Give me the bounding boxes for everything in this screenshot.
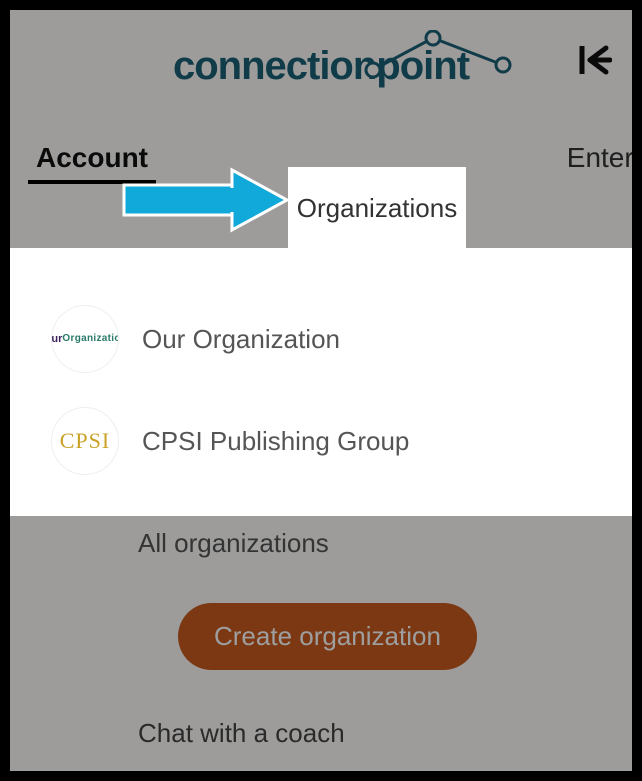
create-organization-button[interactable]: Create organization: [178, 603, 477, 670]
organization-item[interactable]: Our Organization Our Organization: [52, 288, 590, 390]
brand-part1: connection: [173, 44, 376, 88]
organization-avatar: CPSI: [52, 408, 118, 474]
collapse-sidebar-button[interactable]: [578, 43, 612, 77]
dropdown-caret-icon: [366, 234, 398, 250]
below-section: All organizations Create organization Ch…: [10, 492, 632, 749]
all-organizations-label[interactable]: All organizations: [138, 528, 590, 559]
brand-logo: connectionpoint: [173, 44, 469, 89]
annotation-arrow-icon: [122, 165, 292, 235]
tab-organizations-label: Organizations: [297, 193, 457, 224]
collapse-icon: [578, 43, 612, 77]
organization-name: Our Organization: [142, 324, 340, 355]
organization-avatar: Our Organization: [52, 306, 118, 372]
logo-graph-icon: [363, 30, 523, 80]
organization-name: CPSI Publishing Group: [142, 426, 409, 457]
app-header: connectionpoint: [10, 10, 632, 110]
organization-item[interactable]: CPSI CPSI Publishing Group: [52, 390, 590, 492]
organizations-dropdown: Our Organization Our Organization CPSI C…: [10, 248, 632, 516]
chat-with-coach-link[interactable]: Chat with a coach: [138, 718, 590, 749]
tab-enterprise[interactable]: Enterprise: [559, 128, 632, 190]
